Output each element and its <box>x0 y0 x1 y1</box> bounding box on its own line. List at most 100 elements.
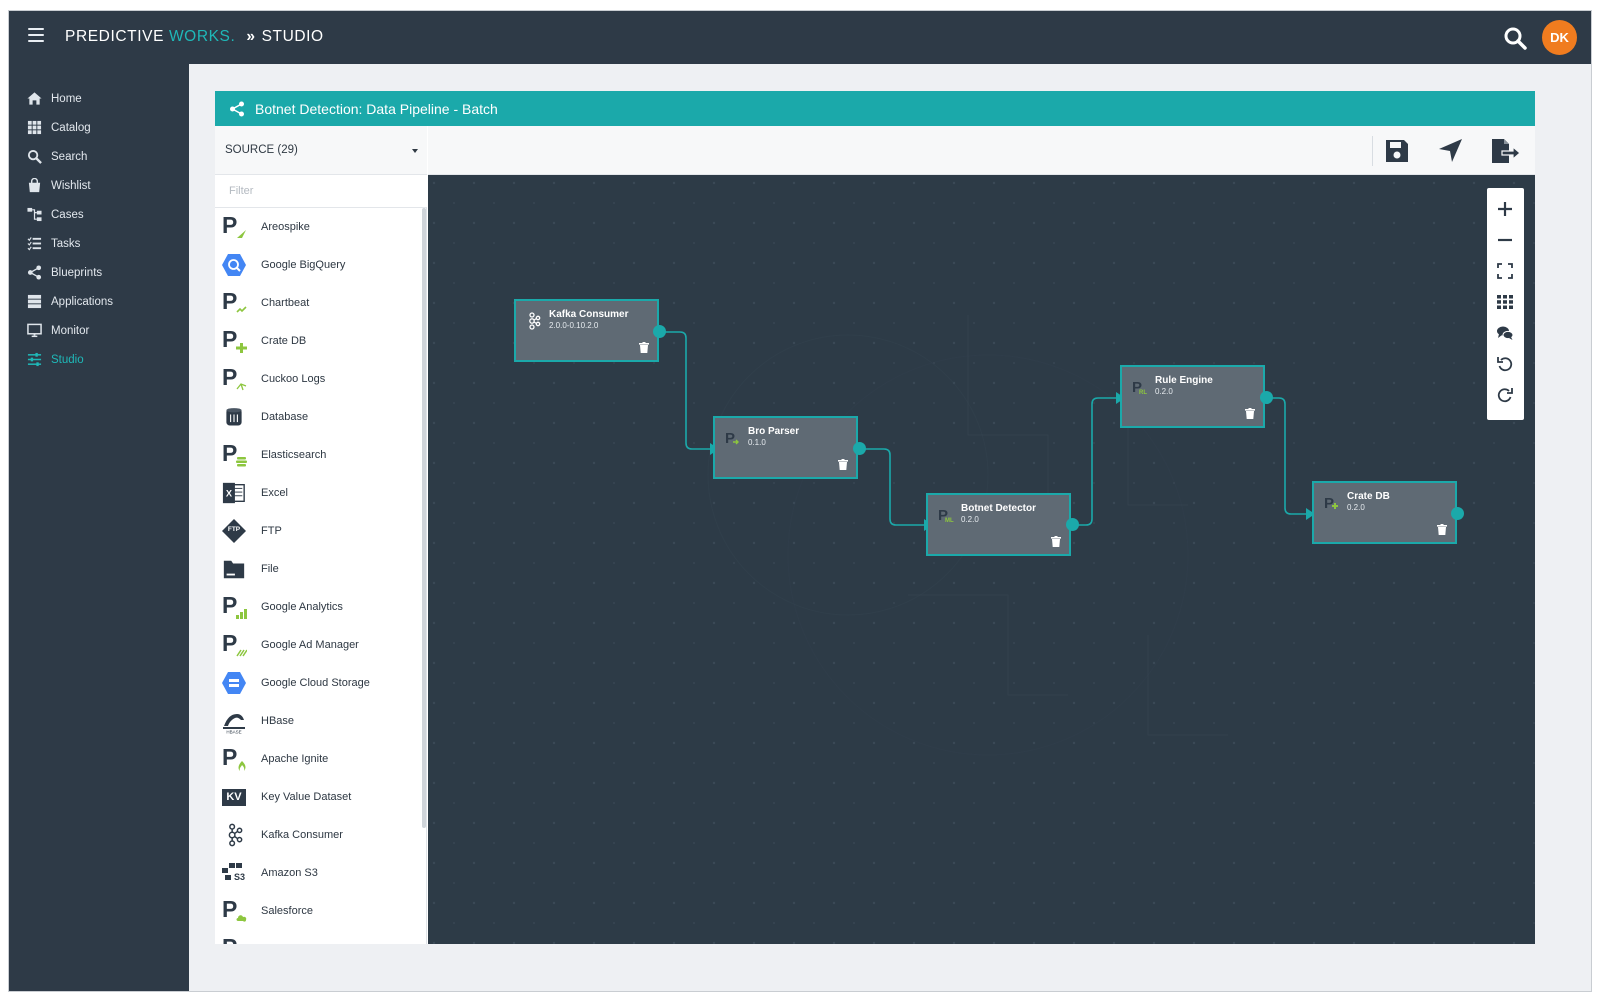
share-icon <box>230 101 244 116</box>
sidebar-item-applications[interactable]: Applications <box>9 287 189 316</box>
google-analytics-icon: P <box>221 594 247 620</box>
plugin-label: Google Ad Manager <box>261 639 359 651</box>
plugin-label: Kafka Consumer <box>261 829 343 841</box>
plugin-item-google-analytics[interactable]: P Google Analytics <box>215 588 421 626</box>
monitor-icon <box>26 322 43 339</box>
plugin-item-file[interactable]: File <box>215 550 421 588</box>
deploy-icon[interactable] <box>1437 137 1465 165</box>
sidebar-item-wishlist[interactable]: Wishlist <box>9 171 189 200</box>
filter-input[interactable] <box>215 175 427 208</box>
plugin-item-excel[interactable]: X Excel <box>215 474 421 512</box>
trash-icon[interactable] <box>1245 408 1255 419</box>
pipeline-canvas[interactable]: Kafka Consumer 2.0.0-0.10.2.0 P Bro Pars… <box>428 175 1535 944</box>
node-name: Rule Engine <box>1155 375 1213 386</box>
aerospike-icon: P <box>221 214 247 240</box>
output-port[interactable] <box>853 442 866 455</box>
redo-icon[interactable] <box>1495 385 1515 405</box>
sidebar-item-label: Catalog <box>51 121 91 134</box>
sidebar-item-search[interactable]: Search <box>9 142 189 171</box>
plugin-item-google-cloud-storage[interactable]: Google Cloud Storage <box>215 664 421 702</box>
user-avatar[interactable]: DK <box>1542 20 1577 55</box>
search-icon[interactable] <box>1503 26 1527 50</box>
sidebar-item-blueprints[interactable]: Blueprints <box>9 258 189 287</box>
sidebar-item-label: Home <box>51 92 82 105</box>
output-port[interactable] <box>1066 518 1079 531</box>
gcs-icon <box>221 670 247 696</box>
plugin-item-key-value-dataset[interactable]: KV Key Value Dataset <box>215 778 421 816</box>
s3-badge: S3 <box>234 872 246 882</box>
brand-chevron: » <box>246 28 256 45</box>
node-botnet-detector[interactable]: P ML Botnet Detector 0.2.0 <box>926 493 1071 556</box>
output-port[interactable] <box>1451 507 1464 520</box>
plugin-item-ftp[interactable]: FTP FTP <box>215 512 421 550</box>
export-icon[interactable] <box>1489 137 1521 165</box>
plugin-item-database[interactable]: Database <box>215 398 421 436</box>
trash-icon[interactable] <box>838 459 848 470</box>
menu-icon[interactable] <box>28 28 44 42</box>
plugin-item-chartbeat[interactable]: P Chartbeat <box>215 284 421 322</box>
trash-icon[interactable] <box>1051 536 1061 547</box>
comments-icon[interactable] <box>1495 323 1515 343</box>
trash-icon[interactable] <box>1437 524 1447 535</box>
ftp-icon: FTP <box>221 518 247 544</box>
node-kafka-consumer[interactable]: Kafka Consumer 2.0.0-0.10.2.0 <box>514 299 659 362</box>
ignite-icon: P <box>221 746 247 772</box>
sidebar-item-cases[interactable]: Cases <box>9 200 189 229</box>
plugin-item-amazon-s3[interactable]: S3 Amazon S3 <box>215 854 421 892</box>
node-name: Kafka Consumer <box>549 309 629 320</box>
plugin-label: Elasticsearch <box>261 449 327 461</box>
zoom-in-icon[interactable] <box>1495 199 1515 219</box>
node-version: 0.2.0 <box>1347 503 1365 512</box>
plugin-item-salesforce[interactable]: P Salesforce <box>215 892 421 930</box>
node-bro-parser[interactable]: P Bro Parser 0.1.0 <box>713 416 858 479</box>
plugin-label: Google BigQuery <box>261 259 346 271</box>
plugin-item-google-bigquery[interactable]: Google BigQuery <box>215 246 421 284</box>
app-brand[interactable]: PREDICTIVE WORKS. » STUDIO <box>65 28 324 46</box>
chevron-down-icon <box>412 149 418 153</box>
node-crate-db[interactable]: P Crate DB 0.2.0 <box>1312 481 1457 544</box>
node-version: 2.0.0-0.10.2.0 <box>549 321 599 330</box>
plugin-type-dropdown[interactable]: SOURCE (29) <box>215 126 427 175</box>
undo-icon[interactable] <box>1495 354 1515 374</box>
plugin-label: Database <box>261 411 309 423</box>
plugin-label: Areospike <box>261 221 310 233</box>
plugin-palette: SOURCE (29) P Areospike Google BigQuery … <box>215 126 427 944</box>
plugin-item-cuckoo-logs[interactable]: P Cuckoo Logs <box>215 360 421 398</box>
sidebar-item-label: Blueprints <box>51 266 103 279</box>
plugin-item-apache-ignite[interactable]: P Apache Ignite <box>215 740 421 778</box>
bag-icon <box>26 177 43 194</box>
plugin-item-kafka-consumer[interactable]: Kafka Consumer <box>215 816 421 854</box>
plugin-label: Key Value Dataset <box>261 791 352 803</box>
node-rule-engine[interactable]: P RL Rule Engine 0.2.0 <box>1120 365 1265 428</box>
trash-icon[interactable] <box>639 342 649 353</box>
plugin-item-hbase[interactable]: HBASE HBase <box>215 702 421 740</box>
plugin-label: FTP <box>261 525 282 537</box>
fit-screen-icon[interactable] <box>1495 261 1515 281</box>
save-icon[interactable] <box>1383 137 1411 165</box>
s3-icon: S3 <box>221 860 247 886</box>
zoom-out-icon[interactable] <box>1495 230 1515 250</box>
plugin-item-crate-db[interactable]: P Crate DB <box>215 322 421 360</box>
grid-icon[interactable] <box>1495 292 1515 312</box>
plugin-label: Amazon S3 <box>261 867 318 879</box>
sidebar-item-catalog[interactable]: Catalog <box>9 113 189 142</box>
plugin-item-elasticsearch[interactable]: P Elasticsearch <box>215 436 421 474</box>
plugin-item-areospike[interactable]: P Areospike <box>215 208 421 246</box>
output-port[interactable] <box>653 325 666 338</box>
sidebar-item-tasks[interactable]: Tasks <box>9 229 189 258</box>
kafka-icon <box>529 312 541 330</box>
palette-scrollbar[interactable] <box>422 208 426 828</box>
plugin-ml-icon: PML <box>938 507 954 524</box>
sidebar-item-studio[interactable]: Studio <box>9 345 189 374</box>
plugin-label: Crate DB <box>261 335 307 347</box>
sidebar-item-home[interactable]: Home <box>9 84 189 113</box>
app-window: PREDICTIVE WORKS. » STUDIO DK Home Catalo… <box>8 10 1592 992</box>
plugin-item-google-ad-manager[interactable]: P Google Ad Manager <box>215 626 421 664</box>
sidebar-item-monitor[interactable]: Monitor <box>9 316 189 345</box>
brand-works: WORKS. <box>168 28 236 45</box>
plugin-label: Chartbeat <box>261 297 310 309</box>
bigquery-icon <box>221 252 247 278</box>
output-port[interactable] <box>1260 391 1273 404</box>
svg-text:ML: ML <box>945 518 954 524</box>
excel-icon: X <box>221 480 247 506</box>
